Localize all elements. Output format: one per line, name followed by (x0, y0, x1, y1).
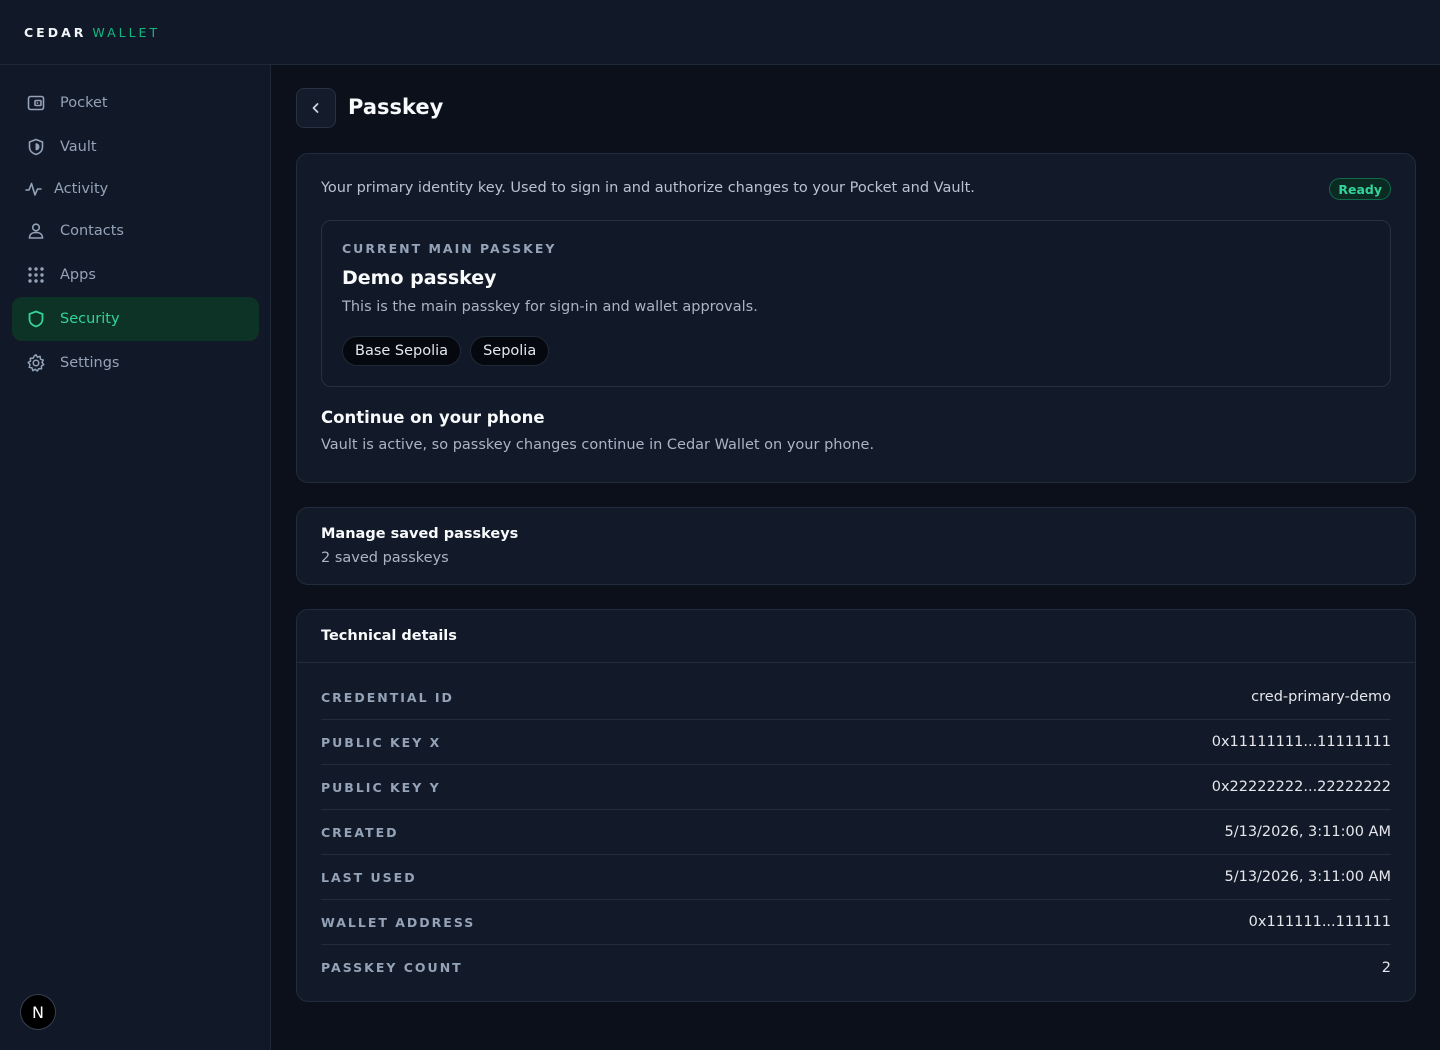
current-passkey-description: This is the main passkey for sign-in and… (342, 299, 758, 315)
detail-value: cred-primary-demo (1251, 689, 1391, 705)
network-chip: Sepolia (470, 336, 550, 366)
current-passkey-panel: CURRENT MAIN PASSKEY Demo passkey This i… (321, 220, 1391, 387)
detail-label: CREDENTIAL ID (321, 689, 454, 705)
main-content: Passkey Your primary identity key. Used … (272, 65, 1440, 1050)
sidebar-item-label: Settings (60, 355, 120, 371)
detail-label: PASSKEY COUNT (321, 960, 463, 975)
back-button[interactable] (296, 88, 336, 128)
technical-details-title: Technical details (321, 628, 457, 644)
detail-row: PASSKEY COUNT 2 (321, 945, 1391, 990)
activity-icon (24, 179, 44, 199)
phone-description: Vault is active, so passkey changes cont… (321, 437, 875, 453)
network-chip: Base Sepolia (342, 336, 462, 366)
brand-logo[interactable]: CEDAR WALLET (24, 25, 160, 40)
manage-passkeys-card[interactable]: Manage saved passkeys 2 saved passkeys (296, 507, 1416, 585)
detail-value: 0x111111...111111 (1248, 914, 1391, 930)
sidebar-item-security[interactable]: Security (12, 297, 259, 341)
sidebar-item-label: Contacts (60, 223, 124, 239)
sidebar-item-label: Security (60, 311, 120, 327)
manage-passkeys-count: 2 saved passkeys (321, 550, 449, 566)
network-chips: Base Sepolia Sepolia (342, 336, 550, 366)
shield-icon (26, 309, 46, 329)
page-title: Passkey (348, 95, 444, 119)
detail-label: PUBLIC KEY X (321, 734, 442, 750)
top-bar: CEDAR WALLET (0, 0, 1440, 65)
sidebar-item-label: Apps (60, 267, 96, 283)
grid-icon (26, 265, 46, 285)
gear-icon (26, 353, 46, 373)
sidebar-item-apps[interactable]: Apps (12, 253, 259, 297)
wallet-icon (26, 93, 46, 113)
status-badge: Ready (1329, 178, 1391, 200)
detail-value: 5/13/2026, 3:11:00 AM (1224, 824, 1391, 840)
detail-value: 0x22222222...22222222 (1211, 779, 1391, 795)
detail-label: LAST USED (321, 869, 417, 885)
detail-label: WALLET ADDRESS (321, 914, 476, 930)
current-passkey-label: CURRENT MAIN PASSKEY (342, 241, 557, 256)
detail-value: 0x11111111...11111111 (1211, 734, 1391, 750)
sidebar-item-label: Activity (54, 181, 109, 197)
sidebar-item-label: Vault (60, 139, 97, 155)
sidebar-item-pocket[interactable]: Pocket (12, 81, 259, 125)
sidebar-item-vault[interactable]: Vault (12, 125, 259, 169)
user-icon (26, 221, 46, 241)
passkey-description: Your primary identity key. Used to sign … (321, 180, 975, 196)
shield-icon (26, 137, 46, 157)
detail-label: PUBLIC KEY Y (321, 779, 441, 795)
sidebar: Pocket Vault Activity Contacts Apps Secu… (0, 65, 271, 1050)
sidebar-item-label: Pocket (60, 95, 108, 111)
detail-row: PUBLIC KEY Y 0x22222222...22222222 (321, 765, 1391, 810)
detail-row: LAST USED 5/13/2026, 3:11:00 AM (321, 855, 1391, 900)
detail-value: 5/13/2026, 3:11:00 AM (1224, 869, 1391, 885)
detail-row: PUBLIC KEY X 0x11111111...11111111 (321, 720, 1391, 765)
sidebar-item-contacts[interactable]: Contacts (12, 209, 259, 253)
sidebar-item-settings[interactable]: Settings (12, 341, 259, 385)
chevron-left-icon (309, 101, 323, 115)
brand-accent: WALLET (92, 24, 161, 40)
detail-row: WALLET ADDRESS 0x111111...111111 (321, 900, 1391, 945)
current-passkey-name: Demo passkey (342, 267, 497, 289)
manage-passkeys-title: Manage saved passkeys (321, 526, 519, 542)
avatar[interactable]: N (20, 994, 56, 1030)
technical-details-card: Technical details CREDENTIAL ID cred-pri… (296, 609, 1416, 1002)
detail-row: CREDENTIAL ID cred-primary-demo (321, 675, 1391, 720)
detail-value: 2 (1381, 959, 1391, 976)
brand-name: CEDAR (24, 24, 87, 40)
phone-title: Continue on your phone (321, 408, 545, 427)
technical-details-header: Technical details (297, 610, 1415, 663)
passkey-card: Your primary identity key. Used to sign … (296, 153, 1416, 483)
technical-details-list: CREDENTIAL ID cred-primary-demo PUBLIC K… (321, 675, 1391, 990)
sidebar-item-activity[interactable]: Activity (12, 167, 259, 211)
detail-row: CREATED 5/13/2026, 3:11:00 AM (321, 810, 1391, 855)
detail-label: CREATED (321, 824, 399, 840)
